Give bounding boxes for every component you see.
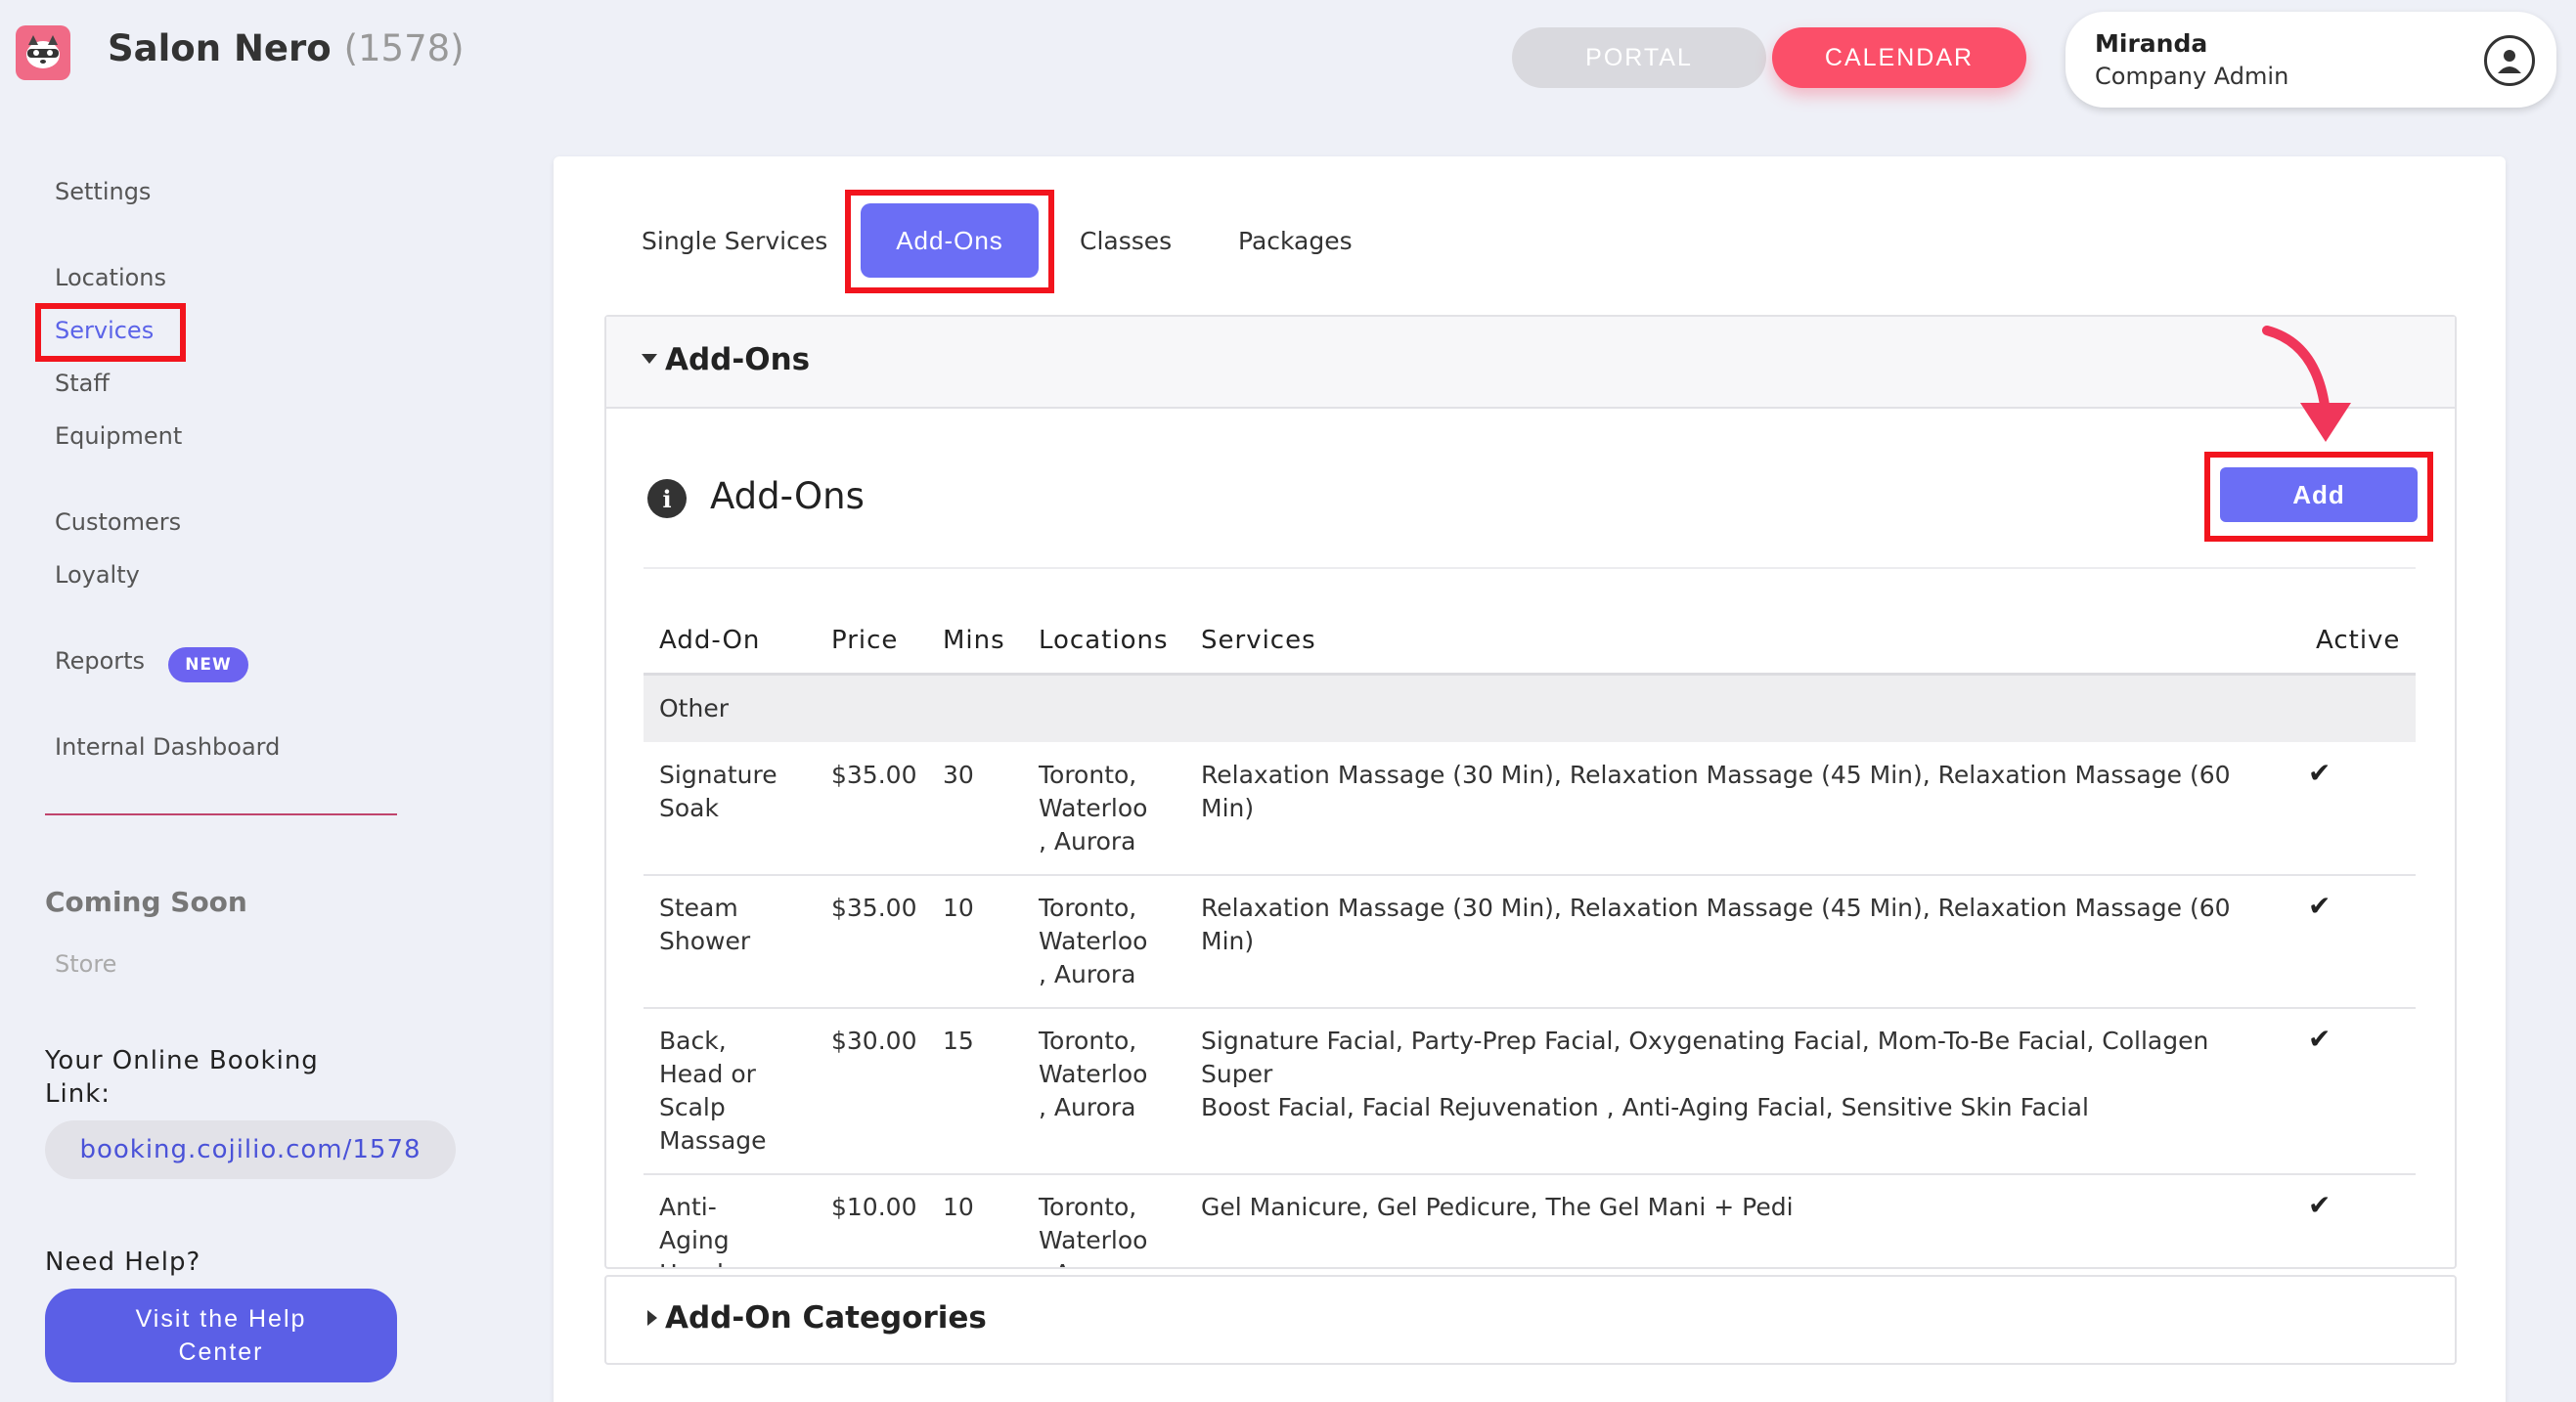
- table-row[interactable]: Steam Shower $35.00 10 Toronto, Waterloo, …: [606, 876, 2455, 1007]
- highlight-add-button: [2204, 452, 2433, 542]
- sidebar-item-equipment[interactable]: Equipment: [55, 422, 182, 450]
- addon-locations: Toronto,Waterloo, Aurora: [1039, 1193, 1148, 1267]
- tab-single-services[interactable]: Single Services: [642, 227, 827, 255]
- tab-packages[interactable]: Packages: [1238, 227, 1353, 255]
- section-title[interactable]: Add-Ons: [665, 342, 810, 377]
- addon-services: Relaxation Massage (30 Min), Relaxation …: [1201, 761, 2231, 822]
- need-help-heading: Need Help?: [45, 1248, 201, 1277]
- help-center-button[interactable]: Visit the Help Center: [45, 1289, 397, 1382]
- column-header-locations: Locations: [1039, 626, 1169, 655]
- sidebar-item-loyalty[interactable]: Loyalty: [55, 561, 140, 589]
- sidebar-divider: [45, 813, 397, 815]
- sidebar-item-internal-dashboard[interactable]: Internal Dashboard: [55, 733, 280, 761]
- addon-name: Back, Head or Scalp Massage: [659, 1027, 767, 1155]
- active-check-icon: ✔: [2308, 1189, 2332, 1221]
- column-header-services: Services: [1201, 626, 1316, 655]
- company-name: Salon Nero (1578): [108, 27, 465, 69]
- user-role: Company Admin: [2095, 63, 2289, 90]
- addon-mins: 30: [943, 761, 974, 789]
- add-ons-section-header[interactable]: [606, 317, 2455, 409]
- column-header-price: Price: [831, 626, 899, 655]
- caret-down-icon[interactable]: [642, 354, 657, 364]
- addon-price: $35.00: [831, 894, 917, 922]
- addon-locations: Toronto,Waterloo, Aurora: [1039, 1027, 1148, 1121]
- addon-mins: 15: [943, 1027, 974, 1055]
- sidebar-item-locations[interactable]: Locations: [55, 264, 166, 291]
- sidebar-item-customers[interactable]: Customers: [55, 508, 181, 536]
- addon-name: Signature Soak: [659, 761, 777, 822]
- app-logo[interactable]: [16, 25, 70, 80]
- sidebar-item-settings[interactable]: Settings: [55, 178, 151, 205]
- addon-locations: Toronto,Waterloo, Aurora: [1039, 761, 1148, 855]
- addon-services: Gel Manicure, Gel Pedicure, The Gel Mani…: [1201, 1193, 1794, 1221]
- help-button-line-1: Visit the Help: [135, 1305, 307, 1333]
- booking-label-line-1: Your Online Booking: [45, 1046, 319, 1075]
- column-header-mins: Mins: [943, 626, 1005, 655]
- table-row[interactable]: Signature Soak $35.00 30 Toronto, Waterloo…: [606, 743, 2455, 874]
- portal-button[interactable]: PORTAL: [1512, 27, 1766, 88]
- addon-price: $10.00: [831, 1193, 917, 1221]
- active-check-icon: ✔: [2308, 757, 2332, 789]
- brand-name: Salon Nero: [108, 27, 332, 69]
- tab-classes[interactable]: Classes: [1080, 227, 1172, 255]
- caret-right-icon[interactable]: [647, 1310, 657, 1326]
- info-icon[interactable]: i: [647, 479, 687, 518]
- coming-soon-heading: Coming Soon: [45, 886, 247, 918]
- raccoon-logo-icon: [26, 35, 60, 68]
- user-menu[interactable]: Miranda Company Admin: [2065, 12, 2556, 108]
- add-on-categories-title[interactable]: Add-On Categories: [665, 1300, 987, 1336]
- booking-link-label: Your Online Booking Link:: [45, 1044, 319, 1111]
- active-check-icon: ✔: [2308, 890, 2332, 922]
- highlight-services: [35, 303, 186, 362]
- booking-link[interactable]: booking.cojilio.com/1578: [45, 1120, 456, 1179]
- brand-number: (1578): [343, 27, 465, 69]
- addon-locations: Toronto,Waterloo, Aurora: [1039, 894, 1148, 988]
- new-badge: NEW: [168, 647, 248, 682]
- addon-mins: 10: [943, 894, 974, 922]
- table-body: Signature Soak $35.00 30 Toronto, Waterloo…: [606, 743, 2455, 1267]
- active-check-icon: ✔: [2308, 1023, 2332, 1055]
- addon-services: Signature Facial, Party-Prep Facial, Oxy…: [1201, 1027, 2209, 1121]
- help-button-line-2: Center: [178, 1338, 264, 1366]
- booking-label-line-2: Link:: [45, 1079, 111, 1109]
- header-divider: [644, 567, 2416, 569]
- addon-name: Anti-AgingHand: [659, 1193, 730, 1267]
- column-header-active: Active: [2316, 626, 2401, 655]
- addon-price: $35.00: [831, 761, 917, 789]
- group-row: [644, 676, 2416, 742]
- addon-services: Relaxation Massage (30 Min), Relaxation …: [1201, 894, 2231, 955]
- add-ons-heading: Add-Ons: [710, 475, 865, 517]
- table-row[interactable]: Anti-AgingHand $10.00 10 Toronto,Waterlo…: [606, 1175, 2455, 1267]
- addon-name: Steam Shower: [659, 894, 751, 955]
- highlight-add-ons-tab: [845, 190, 1054, 293]
- addon-price: $30.00: [831, 1027, 917, 1055]
- user-avatar-icon[interactable]: [2484, 35, 2535, 86]
- arrow-pointer-icon: [2262, 326, 2351, 442]
- sidebar-item-staff[interactable]: Staff: [55, 370, 110, 397]
- sidebar-item-store: Store: [55, 950, 117, 978]
- sidebar-item-reports[interactable]: Reports: [55, 647, 145, 675]
- table-row[interactable]: Back, Head or Scalp Massage $30.00 15 Toron…: [606, 1009, 2455, 1173]
- user-name: Miranda: [2095, 29, 2208, 58]
- calendar-button[interactable]: CALENDAR: [1772, 27, 2026, 88]
- addon-mins: 10: [943, 1193, 974, 1221]
- group-label: Other: [659, 694, 729, 723]
- column-header-addon: Add-On: [659, 626, 761, 655]
